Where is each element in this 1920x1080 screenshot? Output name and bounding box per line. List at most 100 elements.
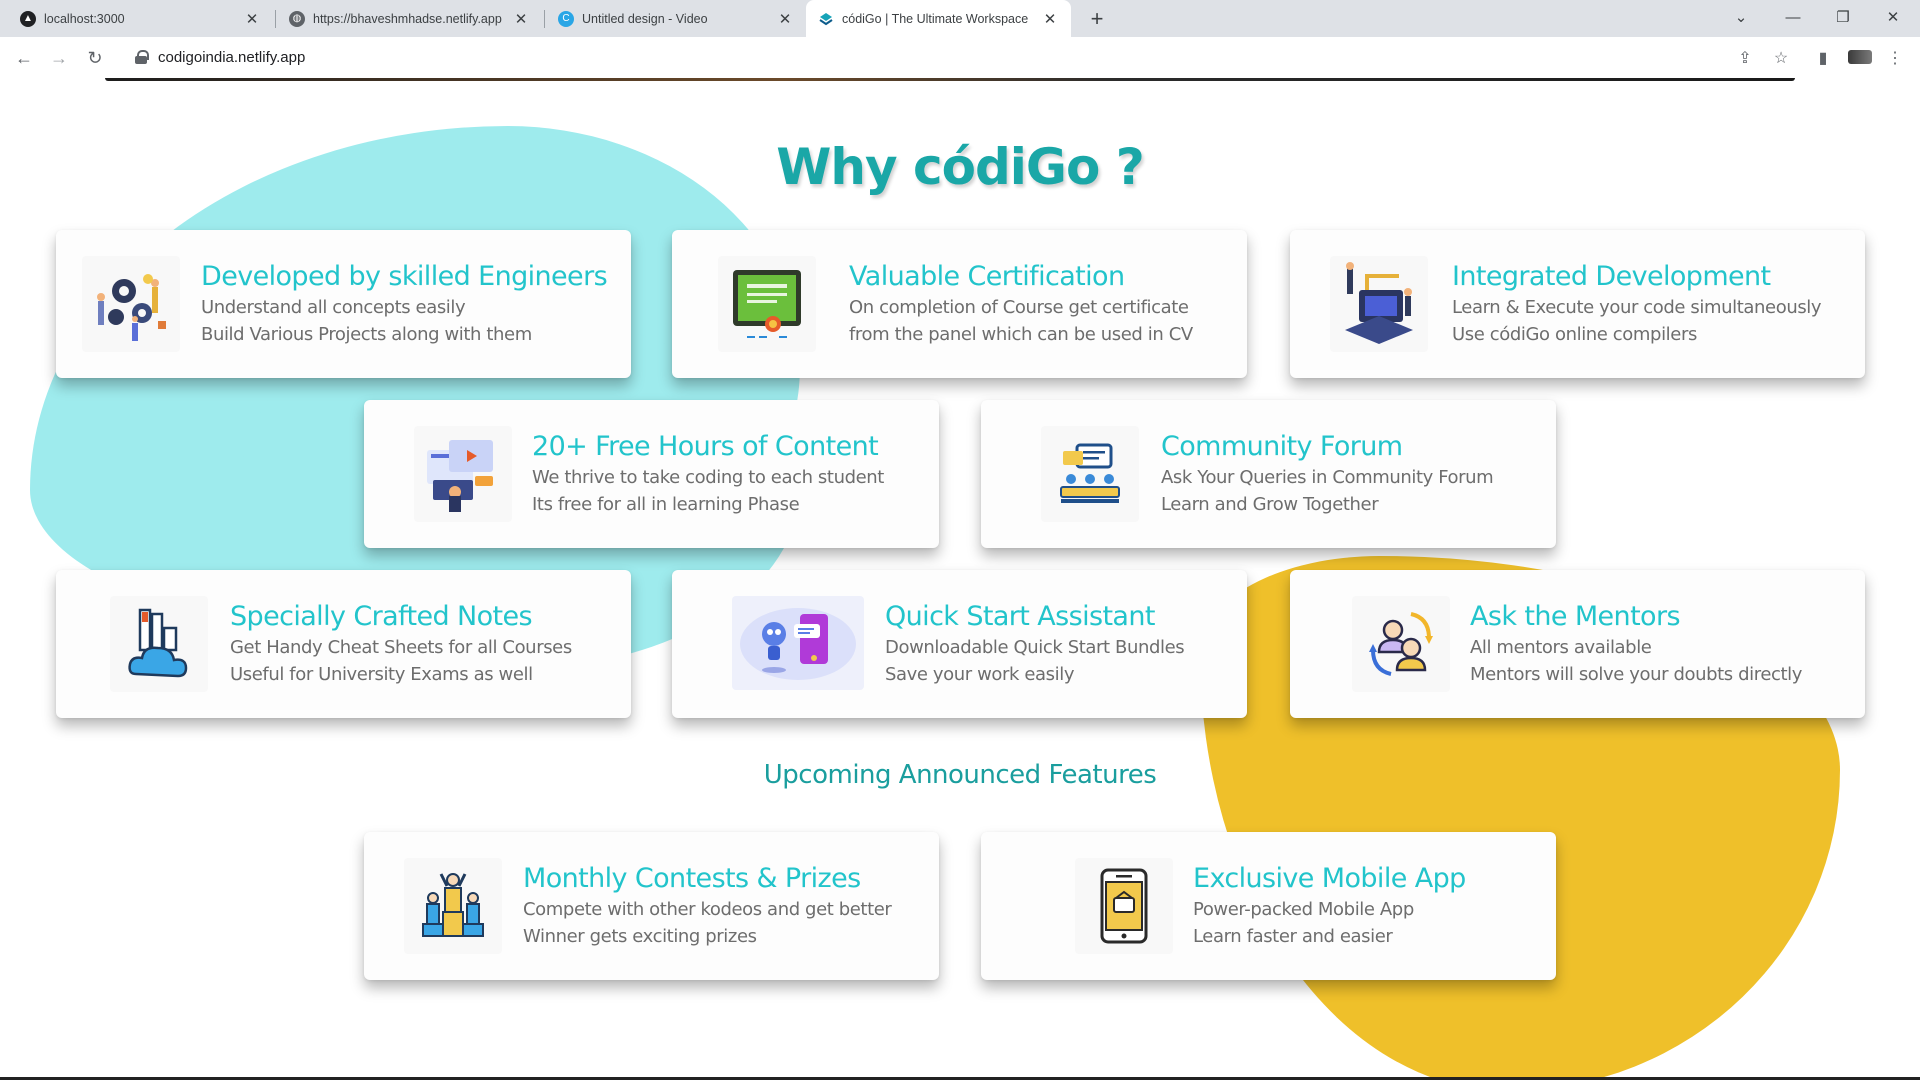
feature-description: All mentors available: [1470, 637, 1652, 658]
feature-title: Community Forum: [1161, 431, 1403, 462]
header-strip: [105, 78, 1795, 81]
tab-label: localhost:3000: [44, 11, 125, 26]
tab-label: códiGo | The Ultimate Workspace: [842, 11, 1029, 26]
tab-canva[interactable]: C Untitled design - Video ✕: [546, 0, 806, 37]
feature-text: Specially Crafted Notes Get Handy Cheat …: [230, 600, 572, 688]
feature-description: Compete with other kodeos and get better: [523, 899, 892, 920]
notes-cloud-icon: [110, 596, 208, 692]
extension-icon[interactable]: [1848, 50, 1872, 64]
feature-text: Developed by skilled Engineers Understan…: [201, 260, 608, 348]
close-icon[interactable]: ✕: [776, 10, 794, 28]
feature-description: Get Handy Cheat Sheets for all Courses: [230, 637, 572, 658]
feature-description: Ask Your Queries in Community Forum: [1161, 467, 1494, 488]
chatbot-assistant-icon: [732, 596, 864, 690]
reload-icon[interactable]: ↻: [80, 43, 110, 73]
trophy-winners-icon: [404, 858, 502, 954]
community-forum-icon: [1041, 426, 1139, 522]
localhost-favicon-icon: ▲: [20, 10, 36, 27]
close-icon[interactable]: ✕: [1041, 10, 1059, 28]
feature-description: On completion of Course get certificate: [849, 297, 1189, 318]
feature-card-certification: Valuable Certification On completion of …: [672, 230, 1247, 378]
page-viewport: Why códiGo ? Developed by skilled Engine…: [0, 78, 1920, 1080]
feature-text: Community Forum Ask Your Queries in Comm…: [1161, 430, 1494, 518]
engineers-team-icon: [82, 256, 180, 352]
tab-separator: [544, 10, 545, 28]
feature-card-quick-start: Quick Start Assistant Downloadable Quick…: [672, 570, 1247, 718]
feature-title: Quick Start Assistant: [885, 601, 1155, 632]
development-icon: [1330, 256, 1428, 352]
feature-description: Mentors will solve your doubts directly: [1470, 664, 1803, 685]
feature-text: Quick Start Assistant Downloadable Quick…: [885, 600, 1185, 688]
feature-card-free-content: 20+ Free Hours of Content We thrive to t…: [364, 400, 939, 548]
feature-description: Learn and Grow Together: [1161, 494, 1379, 515]
feature-card-engineers: Developed by skilled Engineers Understan…: [56, 230, 631, 378]
feature-description: Understand all concepts easily: [201, 297, 466, 318]
upcoming-features-heading: Upcoming Announced Features: [763, 760, 1157, 790]
feature-text: Valuable Certification On completion of …: [849, 260, 1193, 348]
menu-kebab-icon[interactable]: ⋮: [1884, 47, 1906, 69]
lock-icon: [134, 50, 149, 64]
restore-button[interactable]: ❐: [1820, 0, 1866, 34]
browser-toolbar: ← → ↻ codigoindia.netlify.app ⇪ ☆ ▮ ⋮: [0, 37, 1920, 78]
feature-title: 20+ Free Hours of Content: [532, 431, 879, 462]
feature-title: Exclusive Mobile App: [1193, 863, 1466, 894]
feature-description: Useful for University Exams as well: [230, 664, 533, 685]
feature-text: 20+ Free Hours of Content We thrive to t…: [532, 430, 884, 518]
feature-description: Use códiGo online compilers: [1452, 324, 1697, 345]
new-tab-button[interactable]: +: [1084, 6, 1110, 32]
back-arrow-icon[interactable]: ←: [9, 43, 39, 73]
feature-description: Downloadable Quick Start Bundles: [885, 637, 1185, 658]
tab-search-chevron-icon[interactable]: ⌄: [1718, 0, 1764, 34]
feature-description: Winner gets exciting prizes: [523, 926, 757, 947]
mentors-icon: [1352, 596, 1450, 692]
certificate-icon: [718, 256, 816, 352]
feature-card-mentors: Ask the Mentors All mentors available Me…: [1290, 570, 1865, 718]
close-window-button[interactable]: ✕: [1870, 0, 1916, 34]
tab-localhost[interactable]: ▲ localhost:3000 ✕: [8, 0, 273, 37]
feature-description: Save your work easily: [885, 664, 1075, 685]
feature-description: We thrive to take coding to each student: [532, 467, 884, 488]
feature-description: Learn & Execute your code simultaneously: [1452, 297, 1822, 318]
upcoming-card-contests: Monthly Contests & Prizes Compete with o…: [364, 832, 939, 980]
feature-text: Exclusive Mobile App Power-packed Mobile…: [1193, 862, 1466, 950]
feature-description: Its free for all in learning Phase: [532, 494, 800, 515]
browser-tab-bar: ▲ localhost:3000 ✕ ◍ https://bhaveshmhad…: [0, 0, 1920, 37]
feature-title: Monthly Contests & Prizes: [523, 863, 861, 894]
forward-arrow-icon[interactable]: →: [44, 43, 74, 73]
minimize-button[interactable]: —: [1770, 0, 1816, 34]
feature-description: Learn faster and easier: [1193, 926, 1393, 947]
tab-label: Untitled design - Video: [582, 11, 708, 26]
feature-title: Developed by skilled Engineers: [201, 261, 608, 292]
globe-icon: ◍: [289, 10, 305, 27]
feature-text: Ask the Mentors All mentors available Me…: [1470, 600, 1802, 688]
close-icon[interactable]: ✕: [512, 10, 530, 28]
feature-card-notes: Specially Crafted Notes Get Handy Cheat …: [56, 570, 631, 718]
mobile-app-icon: [1075, 858, 1173, 954]
feature-title: Specially Crafted Notes: [230, 601, 533, 632]
video-content-icon: [414, 426, 512, 522]
feature-text: Monthly Contests & Prizes Compete with o…: [523, 862, 892, 950]
bookmark-star-icon[interactable]: ☆: [1770, 47, 1792, 69]
tab-separator: [275, 10, 276, 28]
feature-description: Power-packed Mobile App: [1193, 899, 1414, 920]
feature-title: Integrated Development: [1452, 261, 1771, 292]
side-panel-icon[interactable]: ▮: [1812, 47, 1834, 69]
url-text: codigoindia.netlify.app: [158, 48, 306, 66]
tab-label: https://bhaveshmhadse.netlify.app: [313, 11, 502, 26]
feature-description: Build Various Projects along with them: [201, 324, 532, 345]
share-icon[interactable]: ⇪: [1734, 47, 1756, 69]
feature-description: from the panel which can be used in CV: [849, 324, 1193, 345]
feature-title: Valuable Certification: [849, 261, 1125, 292]
canva-icon: C: [558, 10, 574, 27]
feature-card-integrated-development: Integrated Development Learn & Execute y…: [1290, 230, 1865, 378]
codigo-favicon-icon: [818, 10, 834, 27]
close-icon[interactable]: ✕: [243, 10, 261, 28]
feature-title: Ask the Mentors: [1470, 601, 1681, 632]
upcoming-card-mobile-app: Exclusive Mobile App Power-packed Mobile…: [981, 832, 1556, 980]
tab-codigo[interactable]: códiGo | The Ultimate Workspace ✕: [806, 0, 1071, 37]
feature-text: Integrated Development Learn & Execute y…: [1452, 260, 1822, 348]
tab-bhaveshmhadse[interactable]: ◍ https://bhaveshmhadse.netlify.app ✕: [277, 0, 542, 37]
page-title: Why códiGo ?: [776, 138, 1144, 196]
address-bar[interactable]: codigoindia.netlify.app: [124, 41, 1914, 73]
feature-card-community-forum: Community Forum Ask Your Queries in Comm…: [981, 400, 1556, 548]
